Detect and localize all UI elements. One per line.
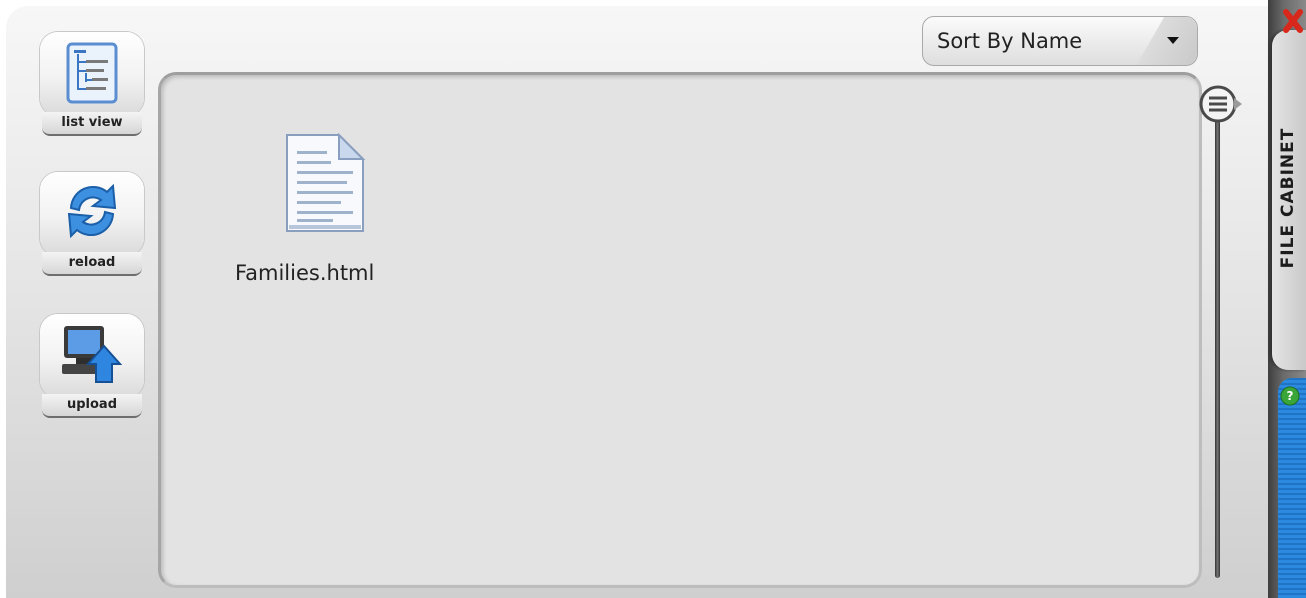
file-area[interactable]: Families.html	[158, 72, 1202, 588]
upload-button-face[interactable]: upload	[40, 314, 144, 418]
side-tab-accent	[1278, 378, 1306, 598]
list-view-button[interactable]: list view	[40, 32, 144, 136]
computer-upload-icon	[58, 322, 126, 390]
chevron-down-icon	[1167, 37, 1179, 44]
svg-text:?: ?	[1287, 389, 1294, 403]
sort-dropdown-toggle[interactable]	[1123, 17, 1197, 65]
help-icon[interactable]: ?	[1280, 386, 1300, 410]
file-name[interactable]: Families.html	[235, 261, 415, 285]
list-view-label: list view	[42, 112, 142, 136]
html-document-icon[interactable]	[277, 131, 369, 239]
zoom-slider-thumb[interactable]	[1198, 84, 1244, 130]
upload-label: upload	[42, 394, 142, 418]
close-icon[interactable]	[1282, 8, 1304, 38]
reload-button-face[interactable]: reload	[40, 172, 144, 276]
zoom-slider-track[interactable]	[1215, 90, 1220, 578]
tree-list-icon	[66, 42, 118, 108]
tab-title: FILE CABINET	[1278, 127, 1298, 269]
reload-label: reload	[42, 252, 142, 276]
reload-arrows-icon	[61, 178, 123, 248]
reload-button[interactable]: reload	[40, 172, 144, 276]
upload-button[interactable]: upload	[40, 314, 144, 418]
list-view-button-face[interactable]: list view	[40, 32, 144, 136]
sort-dropdown[interactable]: Sort By Name	[922, 16, 1198, 66]
sort-dropdown-label: Sort By Name	[937, 29, 1083, 53]
